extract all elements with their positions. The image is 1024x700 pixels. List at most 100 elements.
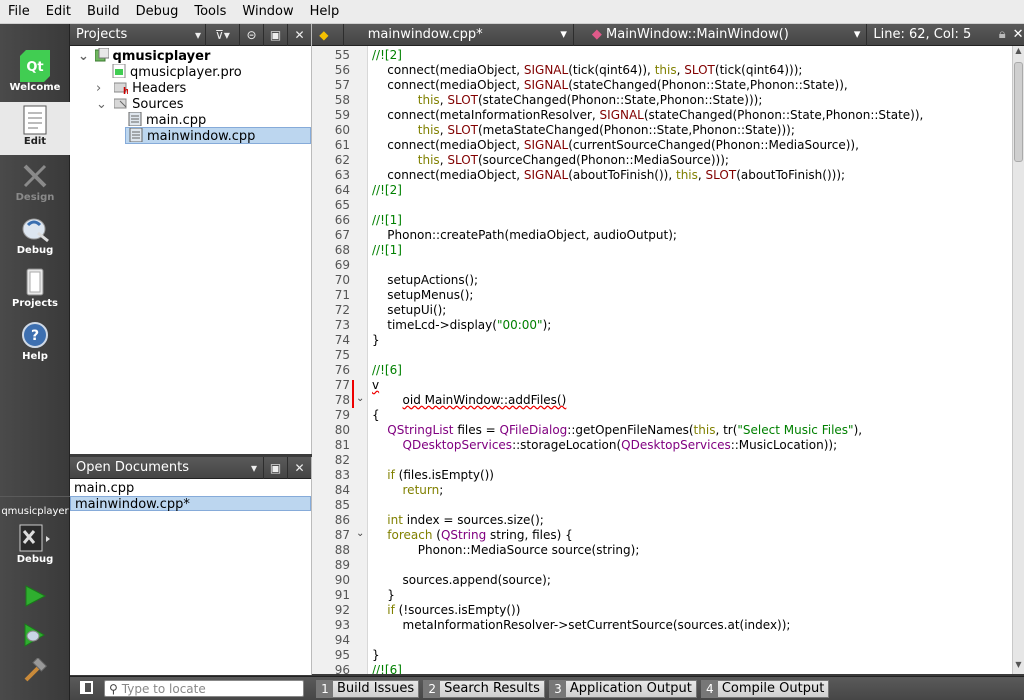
open-documents-title[interactable]: Open Documents xyxy=(70,460,245,475)
code-editor[interactable]: 55 56 57 58 59 60 61 62 63 64 65 66 67 68 69 70 71 72 73 74… xyxy=(312,46,1012,674)
target-selector[interactable]: Debug xyxy=(0,520,70,572)
header-folder-icon: h xyxy=(113,80,130,97)
nav-back-icon[interactable]: ◆ xyxy=(312,28,336,42)
mode-design[interactable]: Design xyxy=(0,158,70,211)
open-document-item[interactable]: main.cpp xyxy=(70,481,311,496)
link-icon[interactable]: ⊝ xyxy=(239,23,263,46)
tab-number: 2 xyxy=(424,680,441,697)
line-number: 68 xyxy=(334,243,350,257)
tree-item-label: qmusicplayer.pro xyxy=(130,65,242,80)
line-number: 87 xyxy=(334,528,350,542)
menu-build[interactable]: Build xyxy=(79,0,128,24)
vertical-scrollbar[interactable]: ▲ ▼ xyxy=(1012,46,1024,674)
tree-item-headers[interactable]: › h Headers xyxy=(96,80,187,97)
tab-label: Build Issues xyxy=(337,681,415,696)
tree-item-project[interactable]: ⌄ qmusicplayer xyxy=(78,47,211,64)
separator xyxy=(336,23,344,46)
dropdown-arrow-icon[interactable]: ▾ xyxy=(245,457,263,479)
mode-projects[interactable]: Projects xyxy=(0,264,70,317)
line-number: 66 xyxy=(334,213,350,227)
output-bar: ⚲ Type to locate 1 Build Issues 2 Search R… xyxy=(70,676,1024,700)
cpp-file-icon xyxy=(129,127,143,143)
projects-panel-header: Projects ▾ ⊽▾ ⊝ ▣ ✕ xyxy=(70,23,311,46)
tree-item-label: Headers xyxy=(132,81,187,96)
toggle-sidebar-icon[interactable] xyxy=(80,681,93,694)
debug-run-button[interactable] xyxy=(20,620,50,650)
file-selector[interactable]: mainwindow.cpp* ▾ xyxy=(344,23,574,46)
mode-debug[interactable]: Debug xyxy=(0,211,70,264)
tab-compile-output[interactable]: 4 Compile Output xyxy=(700,679,830,698)
close-icon[interactable]: ✕ xyxy=(287,456,311,479)
dropdown-arrow-icon[interactable]: ▾ xyxy=(191,24,205,46)
line-number-gutter: 55 56 57 58 59 60 61 62 63 64 65 66 67 68 69 70 71 72 73 74… xyxy=(312,46,368,674)
fold-arrow-icon[interactable]: ⌄ xyxy=(356,393,364,404)
scroll-down-icon[interactable]: ▼ xyxy=(1013,660,1024,674)
code-line: sources.append(source); xyxy=(372,573,551,587)
tree-item-main-cpp[interactable]: main.cpp xyxy=(128,111,207,128)
fold-arrow-icon[interactable]: ⌄ xyxy=(356,528,364,539)
code-line: if (files.isEmpty()) xyxy=(387,468,494,482)
cpp-file-icon xyxy=(128,111,142,127)
run-button[interactable] xyxy=(20,581,50,611)
tree-item-label: main.cpp xyxy=(146,113,207,128)
expand-arrow-icon: › xyxy=(96,81,102,96)
scrollbar-thumb[interactable] xyxy=(1014,62,1023,162)
filter-icon[interactable]: ⊽▾ xyxy=(205,23,239,46)
line-number: 94 xyxy=(334,633,350,647)
menu-help[interactable]: Help xyxy=(302,0,348,24)
mode-projects-label: Projects xyxy=(11,298,58,309)
tree-item-pro-file[interactable]: qmusicplayer.pro xyxy=(112,63,242,80)
code-line: this, SLOT(metaStateChanged(Phonon::Stat… xyxy=(417,123,795,137)
change-marker xyxy=(352,380,354,408)
line-number: 82 xyxy=(334,453,350,467)
line-number: 81 xyxy=(334,438,350,452)
mode-welcome[interactable]: Qt Welcome xyxy=(0,48,70,101)
split-icon[interactable]: ▣ xyxy=(263,456,287,479)
line-number: 79 xyxy=(334,408,350,422)
code-line: } xyxy=(372,588,395,602)
split-icon[interactable]: ▣ xyxy=(263,23,287,46)
menu-bar: File Edit Build Debug Tools Window Help xyxy=(0,0,1024,24)
current-file-name: mainwindow.cpp* xyxy=(367,26,483,42)
cursor-position: Line: 62, Col: 5 xyxy=(873,27,972,42)
line-number: 56 xyxy=(334,63,350,77)
mode-help[interactable]: ? Help xyxy=(0,317,70,370)
edit-document-icon xyxy=(17,104,53,136)
svg-text:Qt: Qt xyxy=(26,60,43,75)
mode-edit[interactable]: Edit xyxy=(0,102,70,155)
code-line: QStringList files = QFileDialog::getOpen… xyxy=(387,423,863,437)
tab-search-results[interactable]: 2 Search Results xyxy=(423,679,545,698)
code-line: //![2] xyxy=(372,183,402,197)
tab-build-issues[interactable]: 1 Build Issues xyxy=(316,679,420,698)
line-number: 96 xyxy=(334,663,350,674)
menu-edit[interactable]: Edit xyxy=(38,0,79,24)
close-icon[interactable]: ✕ xyxy=(287,23,311,46)
code-line: { xyxy=(372,408,380,422)
svg-text:?: ? xyxy=(31,328,39,344)
code-line: connect(mediaObject, SIGNAL(stateChanged… xyxy=(372,78,848,92)
build-button[interactable] xyxy=(20,656,50,686)
target-project-label: qmusicplayer xyxy=(1,506,69,517)
help-question-icon: ? xyxy=(17,319,53,351)
menu-tools[interactable]: Tools xyxy=(186,0,234,24)
close-editor-icon[interactable]: ✕ xyxy=(1012,27,1024,42)
tree-item-mainwindow-cpp[interactable]: mainwindow.cpp xyxy=(125,127,311,144)
code-line: foreach (QString string, files) { xyxy=(387,528,573,542)
menu-window[interactable]: Window xyxy=(234,0,301,24)
symbol-selector[interactable]: ◆ MainWindow::MainWindow() ▾ xyxy=(574,23,868,46)
code-line: if (!sources.isEmpty()) xyxy=(387,603,521,617)
tab-application-output[interactable]: 3 Application Output xyxy=(548,679,697,698)
menu-debug[interactable]: Debug xyxy=(128,0,187,24)
projects-view-selector[interactable]: Projects xyxy=(70,27,191,42)
mode-divider xyxy=(0,496,70,497)
scroll-up-icon[interactable]: ▲ xyxy=(1013,46,1024,60)
locator-input[interactable]: ⚲ Type to locate xyxy=(104,680,304,697)
code-line: setupMenus(); xyxy=(372,288,474,302)
code-line: QDesktopServices::storageLocation(QDeskt… xyxy=(402,438,838,452)
tree-item-sources[interactable]: ⌄ Sources xyxy=(96,96,184,112)
open-document-item[interactable]: mainwindow.cpp* xyxy=(70,496,311,512)
tab-number: 4 xyxy=(701,680,718,697)
tree-item-label: qmusicplayer xyxy=(112,49,211,64)
menu-file[interactable]: File xyxy=(0,0,38,24)
code-line: //![1] xyxy=(372,243,402,257)
